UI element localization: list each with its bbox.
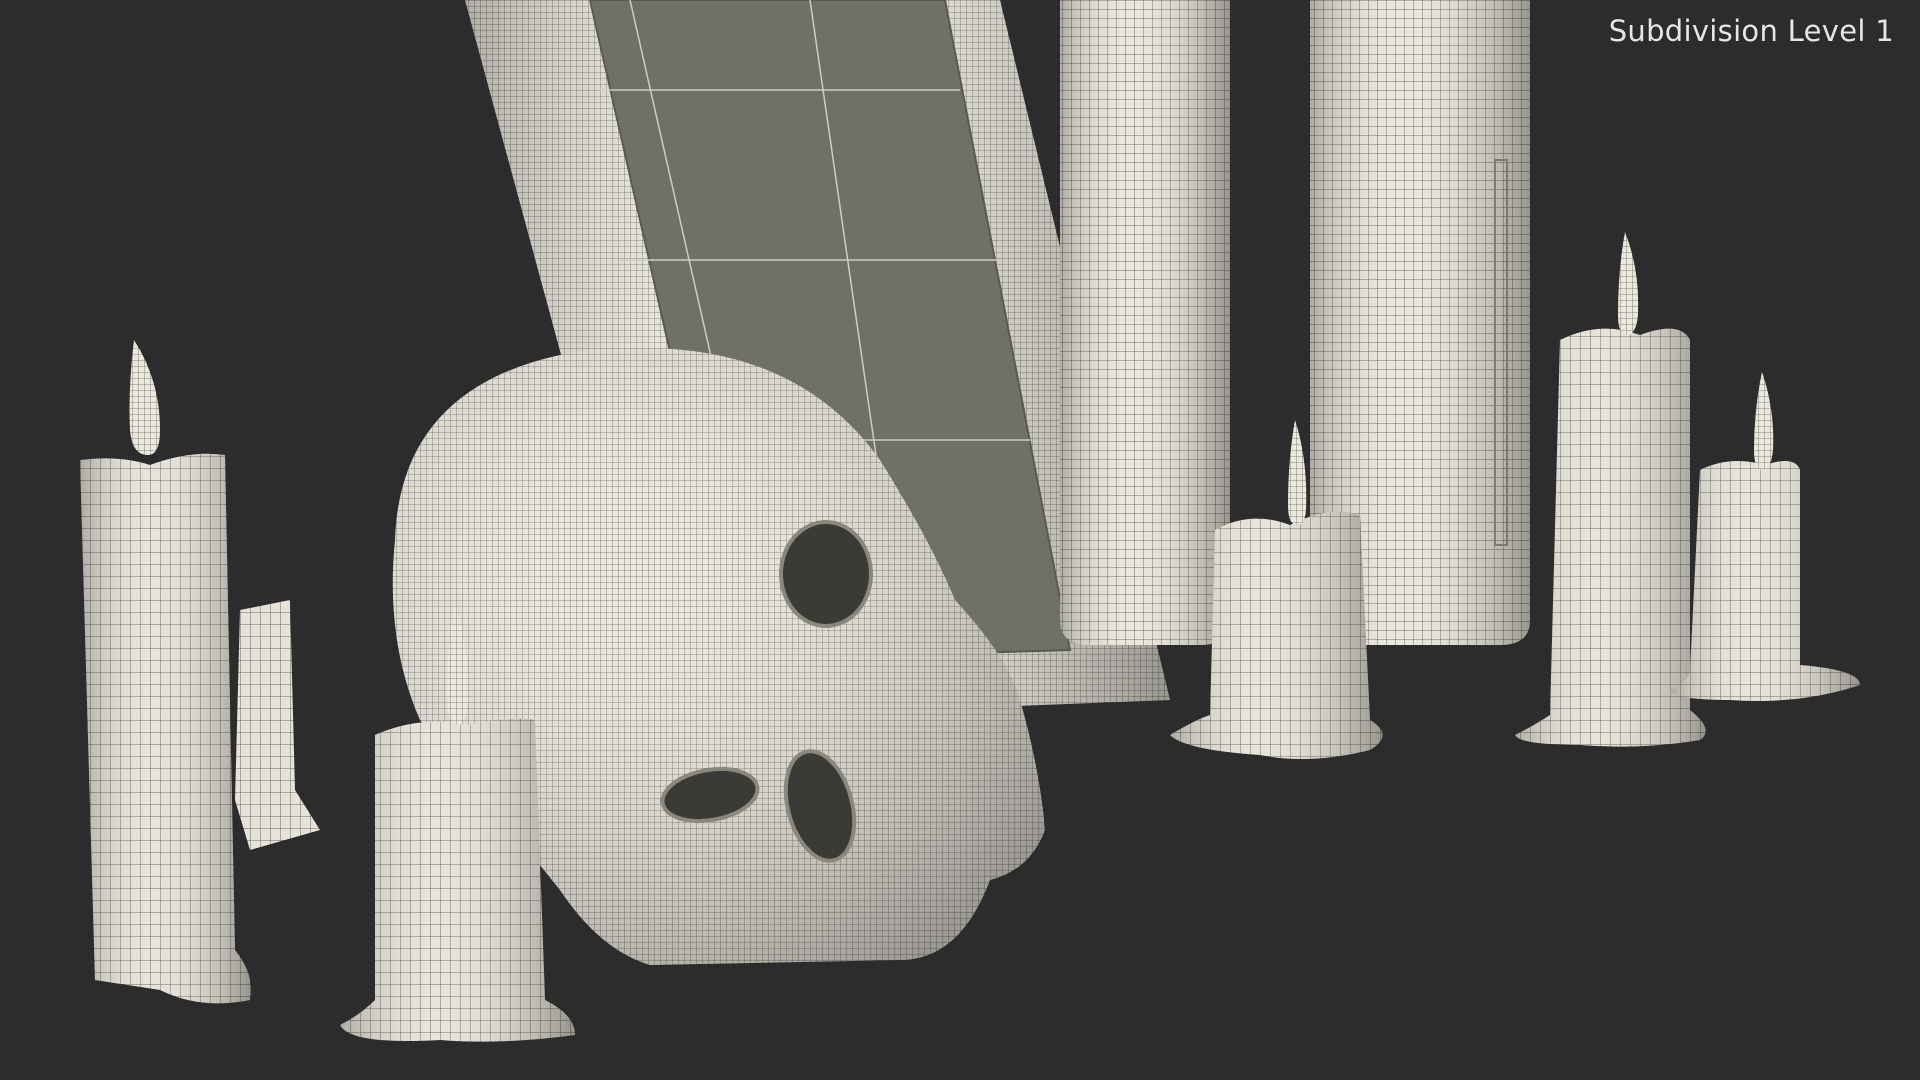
tall-bottle-left bbox=[1060, 0, 1230, 645]
candle-right-tall bbox=[1515, 232, 1706, 747]
subdivision-level-label: Subdivision Level 1 bbox=[1608, 14, 1894, 48]
candle-far-left bbox=[80, 340, 251, 1004]
candle-far-left-back bbox=[235, 600, 320, 850]
render-viewport: Subdivision Level 1 bbox=[0, 0, 1920, 1080]
candle-far-right bbox=[1670, 372, 1860, 701]
wireframe-scene bbox=[80, 0, 1860, 1042]
